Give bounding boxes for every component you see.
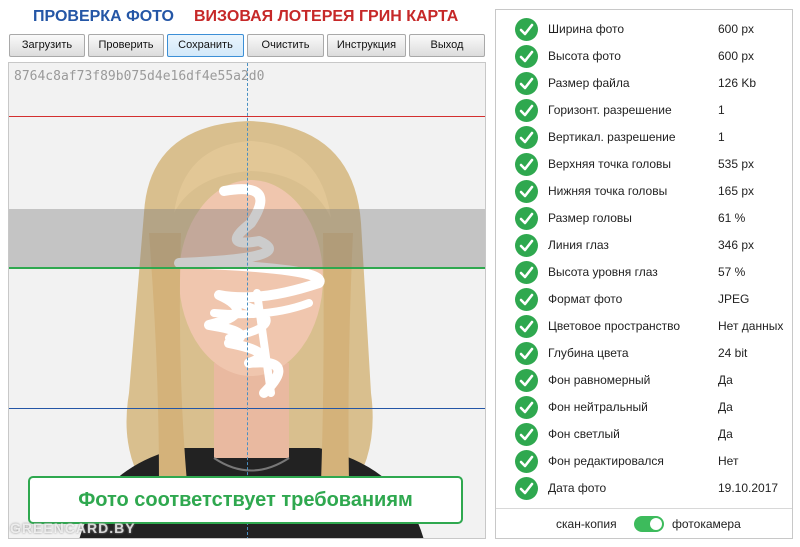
camera-label: фотокамера	[672, 517, 741, 531]
app-subtitle: ВИЗОВАЯ ЛОТЕРЕЯ ГРИН КАРТА	[194, 8, 459, 25]
check-value: 346 px	[718, 238, 755, 252]
check-ok-icon	[515, 234, 538, 257]
check-row: Фон светлый Да	[496, 421, 794, 448]
check-value: Да	[718, 400, 733, 414]
check-value: JPEG	[718, 292, 750, 306]
checks-panel: Ширина фото 600 px Высота фото 600 px Размер…	[495, 9, 793, 539]
check-value: 61 %	[718, 211, 746, 225]
check-ok-icon	[515, 396, 538, 419]
check-label: Ширина фото	[548, 22, 625, 36]
check-ok-icon	[515, 18, 538, 41]
check-row: Фон редактировался Нет	[496, 448, 794, 475]
check-row: Линия глаз 346 px	[496, 232, 794, 259]
check-value: Нет	[718, 454, 739, 468]
center-guide	[247, 63, 248, 538]
check-row: Глубина цвета 24 bit	[496, 340, 794, 367]
check-row: Верхняя точка головы 535 px	[496, 151, 794, 178]
result-message: Фото соответствует требованиям	[28, 476, 463, 524]
check-ok-icon	[515, 180, 538, 203]
photo-preview[interactable]: 8764c8af73f89b075d4e16df4e55a2d0	[8, 62, 486, 539]
clear-button[interactable]: Очистить	[247, 34, 324, 57]
check-label: Вертикал. разрешение	[548, 130, 676, 144]
check-row: Горизонт. разрешение 1	[496, 97, 794, 124]
source-toggle[interactable]	[634, 516, 664, 532]
check-value: 57 %	[718, 265, 746, 279]
check-row: Фон нейтральный Да	[496, 394, 794, 421]
check-value: 600 px	[718, 22, 755, 36]
check-label: Глубина цвета	[548, 346, 629, 360]
check-ok-icon	[515, 99, 538, 122]
check-label: Размер файла	[548, 76, 630, 90]
check-ok-icon	[515, 342, 538, 365]
check-value: 535 px	[718, 157, 755, 171]
check-row: Дата фото 19.10.2017	[496, 475, 794, 502]
check-row: Ширина фото 600 px	[496, 16, 794, 43]
check-value: Да	[718, 427, 733, 441]
check-value: Да	[718, 373, 733, 387]
check-ok-icon	[515, 72, 538, 95]
check-label: Дата фото	[548, 481, 607, 495]
check-value: 1	[718, 130, 725, 144]
scan-copy-label: скан-копия	[556, 517, 617, 531]
check-label: Линия глаз	[548, 238, 609, 252]
check-row: Фон равномерный Да	[496, 367, 794, 394]
check-label: Горизонт. разрешение	[548, 103, 672, 117]
check-row: Размер головы 61 %	[496, 205, 794, 232]
load-button[interactable]: Загрузить	[9, 34, 85, 57]
app-title: ПРОВЕРКА ФОТО	[33, 8, 174, 25]
check-label: Фон редактировался	[548, 454, 664, 468]
check-label: Нижняя точка головы	[548, 184, 668, 198]
check-ok-icon	[515, 369, 538, 392]
check-label: Формат фото	[548, 292, 623, 306]
check-ok-icon	[515, 45, 538, 68]
check-ok-icon	[515, 423, 538, 446]
check-value: 19.10.2017	[718, 481, 779, 495]
check-row: Цветовое пространство Нет данных	[496, 313, 794, 340]
check-value: 165 px	[718, 184, 755, 198]
check-label: Фон нейтральный	[548, 400, 648, 414]
app-header: ПРОВЕРКА ФОТО ВИЗОВАЯ ЛОТЕРЕЯ ГРИН КАРТА	[0, 0, 495, 34]
check-row: Нижняя точка головы 165 px	[496, 178, 794, 205]
check-row: Высота фото 600 px	[496, 43, 794, 70]
toggle-knob	[650, 518, 662, 530]
check-ok-icon	[515, 450, 538, 473]
check-value: 24 bit	[718, 346, 748, 360]
check-ok-icon	[515, 477, 538, 500]
check-row: Вертикал. разрешение 1	[496, 124, 794, 151]
check-button[interactable]: Проверить	[88, 34, 164, 57]
check-row: Формат фото JPEG	[496, 286, 794, 313]
check-ok-icon	[515, 288, 538, 311]
check-label: Фон равномерный	[548, 373, 651, 387]
check-row: Размер файла 126 Kb	[496, 70, 794, 97]
check-label: Высота фото	[548, 49, 621, 63]
save-button[interactable]: Сохранить	[167, 34, 244, 57]
check-value: 600 px	[718, 49, 755, 63]
check-ok-icon	[515, 126, 538, 149]
check-row: Высота уровня глаз 57 %	[496, 259, 794, 286]
check-value: Нет данных	[718, 319, 784, 333]
check-ok-icon	[515, 315, 538, 338]
source-toggle-row: скан-копия фотокамера	[496, 508, 792, 538]
check-label: Верхняя точка головы	[548, 157, 672, 171]
check-label: Размер головы	[548, 211, 632, 225]
check-ok-icon	[515, 153, 538, 176]
watermark: GREENCARD.BY	[10, 520, 136, 536]
instructions-button[interactable]: Инструкция	[327, 34, 406, 57]
check-value: 126 Kb	[718, 76, 757, 90]
check-ok-icon	[515, 207, 538, 230]
check-value: 1	[718, 103, 725, 117]
exit-button[interactable]: Выход	[409, 34, 485, 57]
check-ok-icon	[515, 261, 538, 284]
check-label: Цветовое пространство	[548, 319, 681, 333]
check-label: Фон светлый	[548, 427, 620, 441]
check-label: Высота уровня глаз	[548, 265, 658, 279]
photo-hash: 8764c8af73f89b075d4e16df4e55a2d0	[14, 69, 265, 84]
